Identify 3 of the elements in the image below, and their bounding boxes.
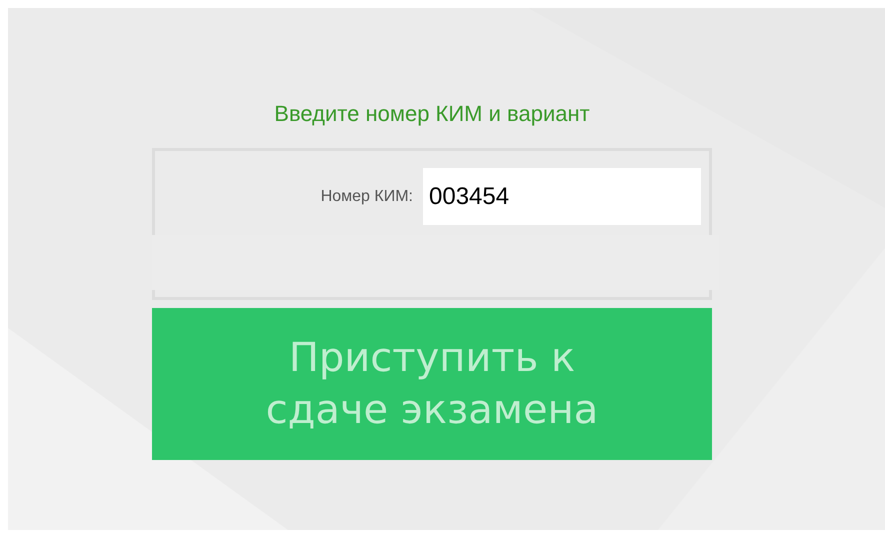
form-heading: Введите номер КИМ и вариант xyxy=(273,100,591,128)
field-label: Номер КИМ: xyxy=(320,188,413,206)
input-field[interactable]: 003454 xyxy=(423,168,701,225)
